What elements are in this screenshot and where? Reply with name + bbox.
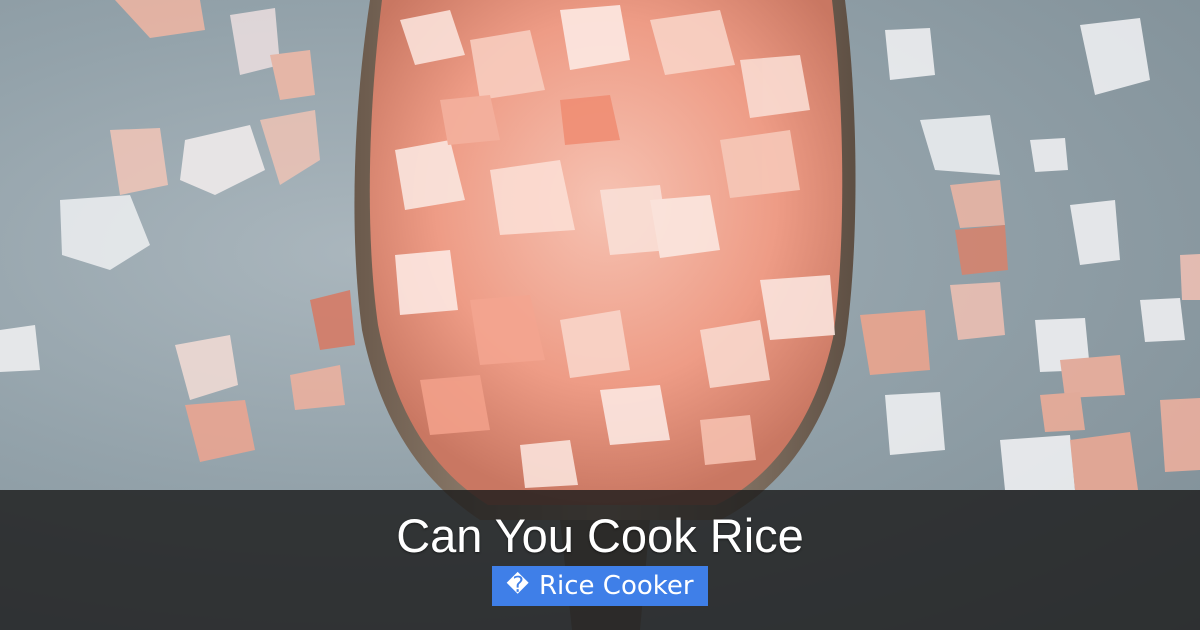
category-label: Rice Cooker [538,571,694,601]
social-share-card: Can You Cook Rice � Rice Cooker [0,0,1200,630]
category-badge[interactable]: � Rice Cooker [492,566,708,606]
tag-icon: � [506,573,529,598]
article-title[interactable]: Can You Cook Rice [0,506,1200,566]
